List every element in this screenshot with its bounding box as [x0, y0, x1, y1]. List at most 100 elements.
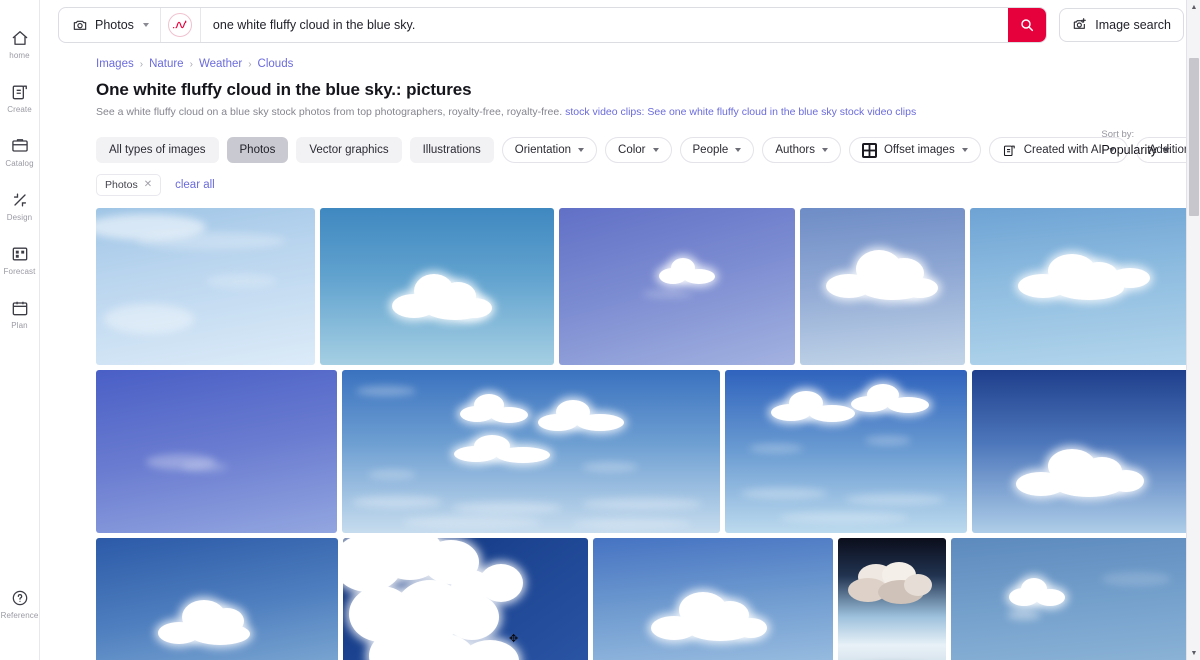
image-search-label: Image search — [1095, 18, 1171, 32]
sidebar-label-design: Design — [6, 213, 33, 222]
cloud-photo-7[interactable] — [342, 370, 720, 533]
filter-illustrations[interactable]: Illustrations — [409, 137, 494, 163]
breadcrumb-separator: › — [248, 58, 252, 70]
filter-color[interactable]: Color — [605, 137, 672, 163]
camera-plus-icon — [1072, 16, 1088, 35]
cloud-photo-11[interactable]: ✥ — [343, 538, 588, 660]
filter-people-label: People — [692, 144, 729, 156]
sidebar-label-forecast: Forecast — [3, 267, 36, 276]
filter-orientation-label: Orientation — [514, 144, 572, 156]
close-icon[interactable]: ✕ — [144, 180, 152, 190]
chevron-down-icon — [142, 23, 149, 27]
filter-vector-graphics[interactable]: Vector graphics — [296, 137, 402, 163]
top-search-bar: Photos one white fluffy cloud in the blu… — [40, 0, 1200, 50]
page-subtitle: See a white fluffy cloud on a blue sky s… — [40, 100, 1200, 119]
cloud-photo-5[interactable] — [970, 208, 1200, 365]
filter-offset-images[interactable]: Offset images — [848, 137, 981, 163]
results-row: ✥ — [96, 538, 1200, 660]
page-title: One white fluffy cloud in the blue sky.:… — [96, 80, 472, 99]
chevron-down-icon — [961, 148, 968, 152]
sidebar-label-plan: Plan — [11, 321, 28, 330]
search-submit-button[interactable] — [1008, 8, 1047, 42]
scroll-down-button[interactable]: ▼ — [1187, 646, 1200, 660]
filter-photos[interactable]: Photos — [226, 137, 289, 163]
cloud-photo-1[interactable] — [96, 208, 315, 365]
results-row — [96, 208, 1200, 365]
sidebar-item-create[interactable]: Create — [0, 82, 40, 128]
sidebar-item-forecast[interactable]: Forecast — [0, 244, 40, 290]
filter-all-types[interactable]: All types of images — [96, 137, 219, 163]
filter-authors[interactable]: Authors — [762, 137, 841, 163]
left-sidebar: home Create Catalog Design Forecast Plan… — [0, 0, 40, 660]
cloud-photo-6[interactable] — [96, 370, 337, 533]
forecast-icon — [10, 244, 30, 264]
chevron-down-icon — [578, 148, 585, 152]
design-icon — [10, 190, 30, 210]
search-type-label: Photos — [95, 18, 134, 32]
create-icon — [10, 82, 30, 102]
filter-bar: All types of images Photos Vector graphi… — [40, 119, 1200, 163]
filter-people[interactable]: People — [679, 137, 755, 163]
neuro-wave-icon — [168, 13, 193, 37]
sidebar-label-create: Create — [7, 105, 32, 114]
chevron-down-icon — [652, 148, 659, 152]
cloud-photo-13[interactable] — [838, 538, 946, 660]
breadcrumb-item-images[interactable]: Images — [96, 58, 134, 70]
scroll-up-button[interactable]: ▲ — [1187, 0, 1200, 14]
applied-filter-photos-label: Photos — [105, 179, 138, 191]
offset-logo-icon — [861, 142, 877, 158]
sidebar-item-design[interactable]: Design — [0, 190, 40, 236]
plan-icon — [10, 298, 30, 318]
camera-icon — [72, 17, 88, 33]
clear-all-link[interactable]: clear all — [175, 179, 215, 191]
home-icon — [10, 28, 30, 48]
cloud-photo-8[interactable] — [725, 370, 967, 533]
search-box: Photos — [58, 7, 1048, 43]
filter-offset-images-label: Offset images — [883, 144, 955, 156]
breadcrumb-separator: › — [189, 58, 193, 70]
cloud-photo-4[interactable] — [800, 208, 965, 365]
sidebar-item-reference[interactable]: Reference — [0, 588, 40, 634]
breadcrumb-item-weather[interactable]: Weather — [199, 58, 242, 70]
breadcrumb-separator: › — [139, 58, 144, 70]
catalog-icon — [10, 136, 30, 156]
sort-by-label: Sort by: — [1101, 129, 1135, 140]
cloud-photo-9[interactable] — [972, 370, 1200, 533]
results-grid: ✥ — [40, 196, 1200, 660]
search-input[interactable] — [200, 8, 1009, 42]
content-area: Photos one white fluffy cloud in the blu… — [40, 0, 1200, 660]
neuro-search-toggle[interactable] — [161, 8, 201, 42]
question-circle-icon — [10, 588, 30, 608]
filter-orientation[interactable]: Orientation — [501, 137, 598, 163]
page-subtitle-text: See a white fluffy cloud on a blue sky s… — [96, 106, 563, 118]
sidebar-label-catalog: Catalog — [5, 159, 34, 168]
chevron-down-icon — [821, 148, 828, 152]
image-search-button[interactable]: Image search — [1059, 8, 1184, 42]
cloud-photo-3[interactable] — [559, 208, 795, 365]
results-row — [96, 370, 1200, 533]
cloud-photo-14[interactable] — [951, 538, 1200, 660]
search-type-selector[interactable]: Photos — [59, 8, 161, 42]
applied-filters-row: Photos ✕ clear all — [40, 163, 1200, 196]
breadcrumb-item-clouds[interactable]: Clouds — [258, 58, 294, 70]
breadcrumb-item-nature[interactable]: Nature — [149, 58, 184, 70]
cloud-photo-12[interactable] — [593, 538, 833, 660]
sort-control: Sort by: Popularity — [1101, 129, 1170, 157]
sidebar-label-reference: Reference — [0, 611, 39, 620]
applied-filter-photos[interactable]: Photos ✕ — [96, 174, 162, 196]
sidebar-item-plan[interactable]: Plan — [0, 298, 40, 344]
cloud-photo-10[interactable] — [96, 538, 338, 660]
page-scrollbar[interactable]: ▲ ▼ — [1186, 0, 1200, 660]
filter-authors-label: Authors — [775, 144, 815, 156]
sidebar-item-catalog[interactable]: Catalog — [0, 136, 40, 182]
chevron-down-icon — [735, 148, 742, 152]
sort-value-dropdown[interactable]: Popularity — [1101, 143, 1170, 157]
scrollbar-thumb[interactable] — [1189, 58, 1199, 216]
cloud-photo-2[interactable] — [320, 208, 554, 365]
app-root: home Create Catalog Design Forecast Plan… — [0, 0, 1200, 660]
chevron-down-icon — [1162, 148, 1170, 152]
stock-video-clips-link[interactable]: stock video clips: See one white fluffy … — [565, 106, 916, 118]
sidebar-item-home[interactable]: home — [0, 28, 40, 74]
ai-pen-icon — [1002, 143, 1017, 158]
filter-color-label: Color — [618, 144, 646, 156]
